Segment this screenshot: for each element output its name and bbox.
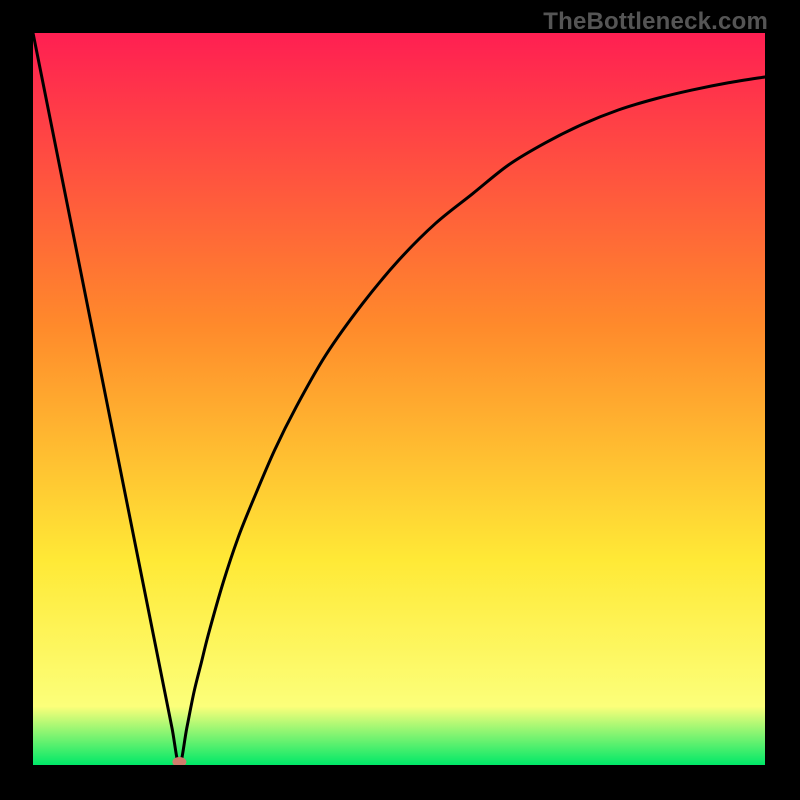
gradient-background [33, 33, 765, 765]
chart-frame: TheBottleneck.com [0, 0, 800, 800]
plot-area [33, 33, 765, 765]
gradient-plot [33, 33, 765, 765]
watermark-text: TheBottleneck.com [543, 8, 768, 36]
